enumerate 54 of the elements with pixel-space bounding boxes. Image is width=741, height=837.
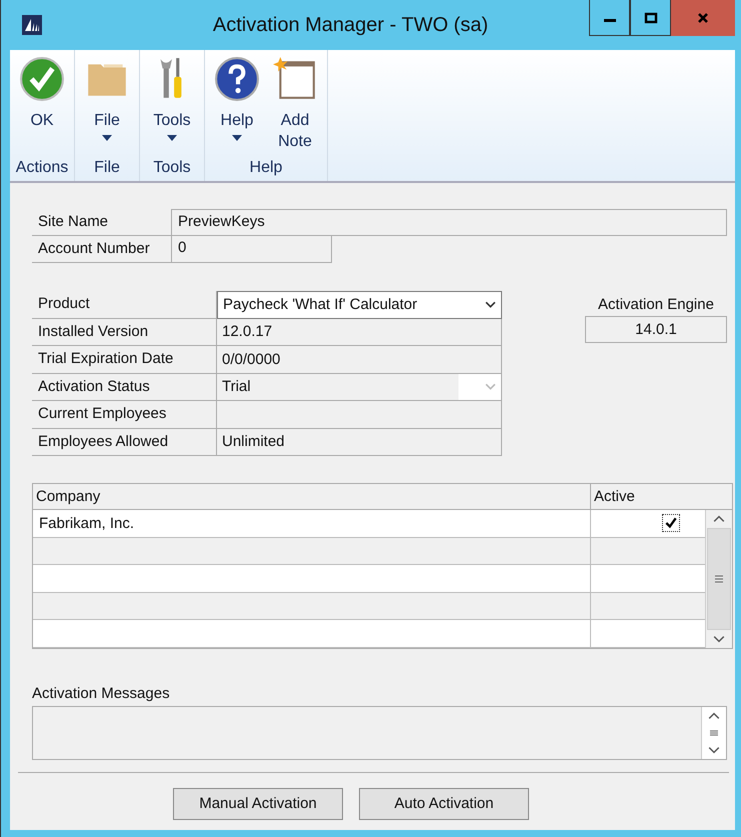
chevron-down-icon [485,301,496,308]
ribbon-group-label: Help [248,159,284,178]
window-title: Activation Manager - TWO (sa) [212,14,490,36]
ribbon-button[interactable]: Add Note [267,50,323,159]
field-value: Unlimited [217,428,502,456]
field-label: Trial Expiration Date [32,346,217,374]
caret-icon [167,135,177,141]
ribbon-group-label: Tools [152,159,192,178]
grip-icon [709,730,719,736]
column-header: Active [593,487,636,507]
ribbon-button[interactable]: Tools [144,50,200,159]
scroll-up-icon[interactable] [708,712,720,720]
help-icon [214,56,260,102]
scroll-thumb[interactable] [707,528,732,630]
field-label: Installed Version [32,318,217,346]
field-label: Account Number [32,236,172,263]
caret-icon [232,135,242,141]
maximize-icon [644,10,658,24]
field-value: 12.0.17 [217,318,502,346]
ribbon-button[interactable]: OK [14,50,70,159]
scroll-down-icon[interactable] [708,746,720,754]
close-icon [696,10,710,24]
field-value: PreviewKeys [172,209,727,236]
ribbon-group-label: Actions [14,159,70,178]
product-dropdown[interactable]: Paycheck 'What If' Calculator [217,291,502,318]
check-icon [19,56,65,102]
field-label: Site Name [32,209,172,236]
ribbon-button[interactable]: Help [209,50,265,159]
ribbon-button[interactable]: File [79,50,135,159]
activation-button[interactable]: Auto Activation [359,788,529,820]
activation-button[interactable]: Manual Activation [173,788,343,820]
messages-label: Activation Messages [32,684,171,702]
minimize-button[interactable] [589,0,630,36]
engine-version: 14.0.1 [585,316,727,343]
minimize-icon [604,18,616,22]
active-checkbox[interactable] [662,514,680,532]
maximize-button[interactable] [630,0,671,36]
chevron-down-icon [485,383,496,390]
field-label: Employees Allowed [32,428,217,456]
scrollbar[interactable] [701,706,726,759]
company-cell: Fabrikam, Inc. [33,510,591,537]
scrollbar[interactable] [705,510,732,648]
grip-icon [714,574,724,583]
note-icon [272,56,318,102]
engine-label: Activation Engine [597,296,715,313]
column-header: Company [33,484,591,509]
close-button[interactable] [671,0,735,36]
field-label: Current Employees [32,401,217,428]
scroll-up-icon[interactable] [713,515,726,523]
caret-icon [102,135,112,141]
field-value: 0 [172,236,332,263]
app-logo-icon [22,15,42,35]
ribbon-group-label: File [93,159,121,178]
scroll-down-icon[interactable] [713,634,726,643]
